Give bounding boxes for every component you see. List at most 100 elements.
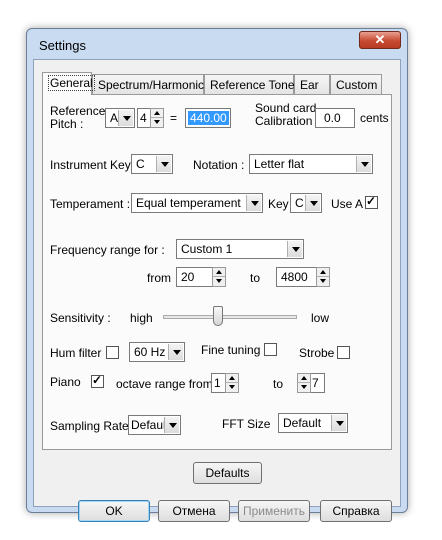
frequency-range-label: Frequency range for : bbox=[50, 243, 165, 257]
frequency-from-spinner[interactable] bbox=[212, 267, 226, 287]
octave-to-label: to bbox=[273, 377, 284, 391]
fine-tuning-label: Fine tuning bbox=[201, 343, 261, 357]
chevron-down-icon[interactable] bbox=[168, 344, 183, 360]
pitch-octave-spinner[interactable] bbox=[150, 108, 164, 128]
notation-value: Letter flat bbox=[254, 157, 305, 171]
calibration-input[interactable]: 0.0 bbox=[315, 108, 355, 128]
chevron-down-icon[interactable] bbox=[331, 415, 346, 431]
sensitivity-slider-thumb[interactable] bbox=[212, 306, 223, 326]
general-panel: Reference Pitch : A 4 = 440.00 Sound car… bbox=[42, 94, 392, 450]
sampling-rate-dropdown[interactable]: Default bbox=[128, 415, 181, 435]
instrument-key-value: C bbox=[136, 157, 145, 171]
sensitivity-label: Sensitivity : bbox=[50, 311, 111, 325]
frequency-from-label: from bbox=[147, 271, 171, 285]
frequency-to-value: 4800 bbox=[281, 270, 308, 284]
title-bar[interactable]: Settings ✕ bbox=[27, 29, 407, 59]
fft-size-dropdown[interactable]: Default bbox=[278, 413, 348, 433]
spin-up-icon[interactable] bbox=[317, 268, 329, 277]
pitch-note-value: A bbox=[110, 111, 119, 125]
frequency-to-spinner[interactable] bbox=[316, 267, 330, 287]
frequency-from-value: 20 bbox=[181, 270, 195, 284]
pitch-note-dropdown[interactable]: A bbox=[105, 108, 135, 128]
calibration-value: 0.0 bbox=[324, 111, 341, 125]
octave-range-label: octave range from bbox=[116, 377, 213, 391]
tab-spectrum-harmonics[interactable]: Spectrum/Harmonics bbox=[92, 74, 210, 94]
octave-from-input[interactable]: 1 bbox=[211, 373, 225, 393]
tab-general[interactable]: General bbox=[42, 72, 95, 95]
fine-tuning-checkbox[interactable] bbox=[264, 343, 277, 356]
spin-up-icon[interactable] bbox=[213, 268, 225, 277]
spin-down-icon[interactable] bbox=[298, 383, 310, 392]
window-title: Settings bbox=[39, 38, 86, 53]
chevron-down-icon[interactable] bbox=[356, 156, 371, 172]
octave-to-input[interactable]: 7 bbox=[311, 373, 325, 393]
octave-to-spinner[interactable] bbox=[297, 373, 311, 393]
tab-ear[interactable]: Ear bbox=[294, 74, 330, 94]
hum-filter-dropdown[interactable]: 60 Hz bbox=[129, 342, 185, 362]
fft-size-value: Default bbox=[283, 416, 322, 430]
equals-sign: = bbox=[170, 111, 178, 125]
sampling-rate-label: Sampling Rate bbox=[50, 419, 129, 433]
calibration-label: Sound card Calibration : bbox=[255, 101, 319, 128]
hum-filter-checkbox[interactable] bbox=[106, 346, 119, 359]
piano-label: Piano bbox=[50, 375, 81, 389]
frequency-from-input[interactable]: 20 bbox=[176, 267, 212, 287]
octave-from-spinner[interactable] bbox=[225, 373, 239, 393]
temperament-key-value: C bbox=[295, 196, 304, 210]
hum-filter-value: 60 Hz bbox=[134, 345, 166, 359]
reference-pitch-input[interactable]: 440.00 bbox=[185, 108, 231, 128]
spin-down-icon[interactable] bbox=[213, 277, 225, 286]
help-button[interactable]: Справка bbox=[320, 500, 392, 522]
temperament-label: Temperament : bbox=[50, 197, 131, 211]
instrument-key-label: Instrument Key bbox=[50, 158, 131, 172]
strobe-checkbox[interactable] bbox=[337, 346, 350, 359]
octave-to-value: 7 bbox=[312, 376, 319, 390]
reference-pitch-label: Reference Pitch : bbox=[50, 104, 106, 131]
spin-down-icon[interactable] bbox=[317, 277, 329, 286]
use-a-checkbox[interactable] bbox=[365, 194, 378, 209]
chevron-down-icon[interactable] bbox=[287, 241, 302, 257]
spin-down-icon[interactable] bbox=[226, 383, 238, 392]
pitch-octave-value: 4 bbox=[140, 111, 147, 125]
sensitivity-slider-track[interactable] bbox=[163, 315, 297, 319]
sensitivity-high-label: high bbox=[130, 311, 153, 325]
chevron-down-icon[interactable] bbox=[246, 195, 261, 211]
spin-down-icon[interactable] bbox=[151, 118, 163, 127]
ok-button[interactable]: OK bbox=[78, 500, 150, 522]
chevron-down-icon[interactable] bbox=[305, 195, 320, 211]
frequency-to-input[interactable]: 4800 bbox=[276, 267, 316, 287]
octave-from-value: 1 bbox=[214, 376, 221, 390]
frequency-preset-dropdown[interactable]: Custom 1 bbox=[176, 239, 304, 259]
settings-window: Settings ✕ General Spectrum/Harmonics Re… bbox=[26, 28, 408, 522]
chevron-down-icon[interactable] bbox=[164, 417, 179, 433]
temperament-key-label: Key bbox=[268, 197, 289, 211]
frequency-to-label: to bbox=[250, 271, 261, 285]
tab-reference-tone[interactable]: Reference Tone bbox=[204, 74, 295, 94]
temperament-value: Equal temperament bbox=[136, 196, 241, 210]
defaults-button[interactable]: Defaults bbox=[193, 462, 262, 484]
chevron-down-icon[interactable] bbox=[118, 110, 133, 126]
tab-general-label: General bbox=[48, 75, 95, 91]
spin-up-icon[interactable] bbox=[298, 374, 310, 383]
apply-button: Применить bbox=[238, 500, 310, 522]
tab-custom[interactable]: Custom bbox=[330, 74, 382, 94]
notation-dropdown[interactable]: Letter flat bbox=[249, 154, 373, 174]
spin-up-icon[interactable] bbox=[151, 109, 163, 118]
use-a-label: Use A bbox=[331, 197, 364, 211]
piano-checkbox[interactable] bbox=[91, 373, 104, 388]
close-button[interactable]: ✕ bbox=[359, 31, 401, 49]
temperament-key-dropdown[interactable]: C bbox=[290, 193, 322, 213]
temperament-dropdown[interactable]: Equal temperament bbox=[131, 193, 263, 213]
instrument-key-dropdown[interactable]: C bbox=[131, 154, 173, 174]
fft-size-label: FFT Size bbox=[222, 417, 271, 431]
pitch-octave-field[interactable]: 4 bbox=[137, 108, 151, 128]
chevron-down-icon[interactable] bbox=[156, 156, 171, 172]
spin-up-icon[interactable] bbox=[226, 374, 238, 383]
sensitivity-low-label: low bbox=[311, 311, 330, 325]
strobe-label: Strobe bbox=[299, 346, 335, 360]
dialog-body: General Spectrum/Harmonics Reference Ton… bbox=[33, 59, 401, 522]
calibration-unit: cents bbox=[360, 111, 389, 125]
cancel-button[interactable]: Отмена bbox=[158, 500, 230, 522]
notation-label: Notation : bbox=[193, 158, 245, 172]
frequency-preset-value: Custom 1 bbox=[181, 242, 233, 256]
